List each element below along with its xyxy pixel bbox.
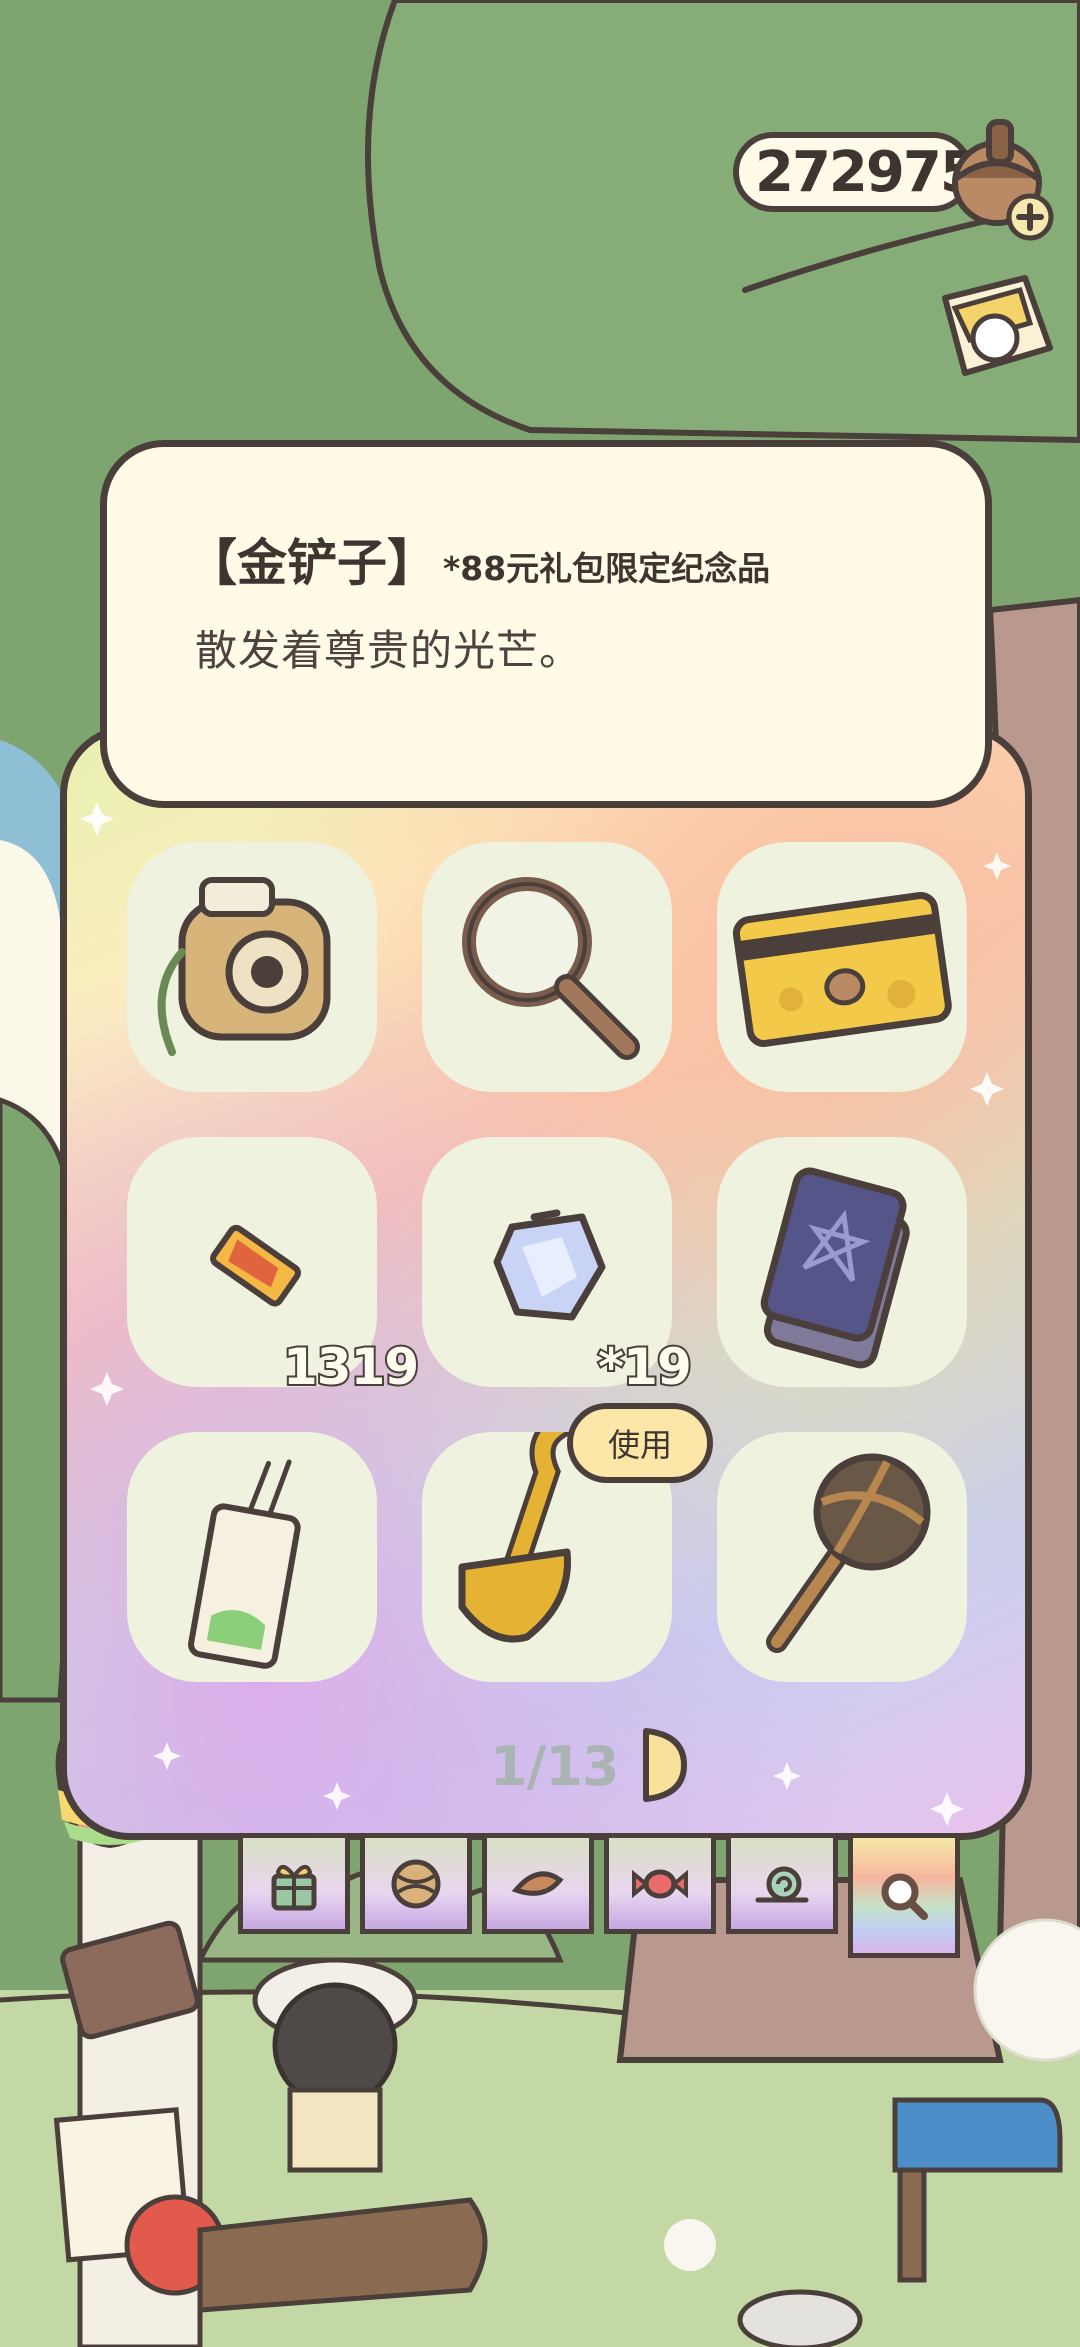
tab-plants[interactable] [482,1838,594,1934]
magnifying-glass-icon [462,877,640,1060]
search-icon [881,1873,928,1920]
wooden-mallet-icon [766,1453,931,1653]
category-tabs [238,1838,970,1958]
item-slot-tarot[interactable] [717,1137,967,1387]
acorn-currency-counter: 272975 [733,132,979,212]
membership-card-icon [732,891,952,1047]
item-count-crystal: *19 [596,1336,694,1398]
chevron-right-icon[interactable] [640,1725,690,1805]
yarn-ball-icon [391,1859,441,1908]
camera-icon [157,877,331,1056]
item-slot-magnifier[interactable] [422,842,672,1092]
tab-gifts[interactable] [238,1838,350,1934]
currency-value: 272975 [755,139,979,205]
snail-icon [755,1866,809,1902]
item-tag: *88元礼包限定纪念品 [443,549,771,588]
tab-search[interactable] [848,1838,960,1958]
tab-food[interactable] [604,1838,716,1934]
tarot-cards-icon [760,1167,910,1369]
shop-bag-icon[interactable] [925,268,1065,398]
item-count-ticket: 1319 [281,1336,421,1398]
item-slot-camera[interactable] [127,842,377,1092]
bookmark-tag-icon [188,1459,301,1669]
item-slot-bookmark[interactable] [127,1432,377,1682]
item-slot-card[interactable] [717,842,967,1092]
item-name: 【金铲子】 [187,534,437,592]
page-indicator: 1/13 [490,1735,619,1798]
item-slot-mallet[interactable] [717,1432,967,1682]
item-description-card: 【金铲子】 *88元礼包限定纪念品 散发着尊贵的光芒。 [100,440,992,808]
item-description: 散发着尊贵的光芒。 [195,626,583,675]
tab-creatures[interactable] [726,1838,838,1934]
candy-icon [632,1869,688,1898]
item-title: 【金铲子】 *88元礼包限定纪念品 [187,523,770,595]
use-button[interactable]: 使用 [567,1403,713,1483]
inventory-panel [60,725,1032,1840]
gift-icon [271,1864,317,1910]
tab-materials[interactable] [360,1838,472,1934]
plus-icon[interactable] [1005,192,1055,242]
leaf-icon [511,1870,564,1896]
